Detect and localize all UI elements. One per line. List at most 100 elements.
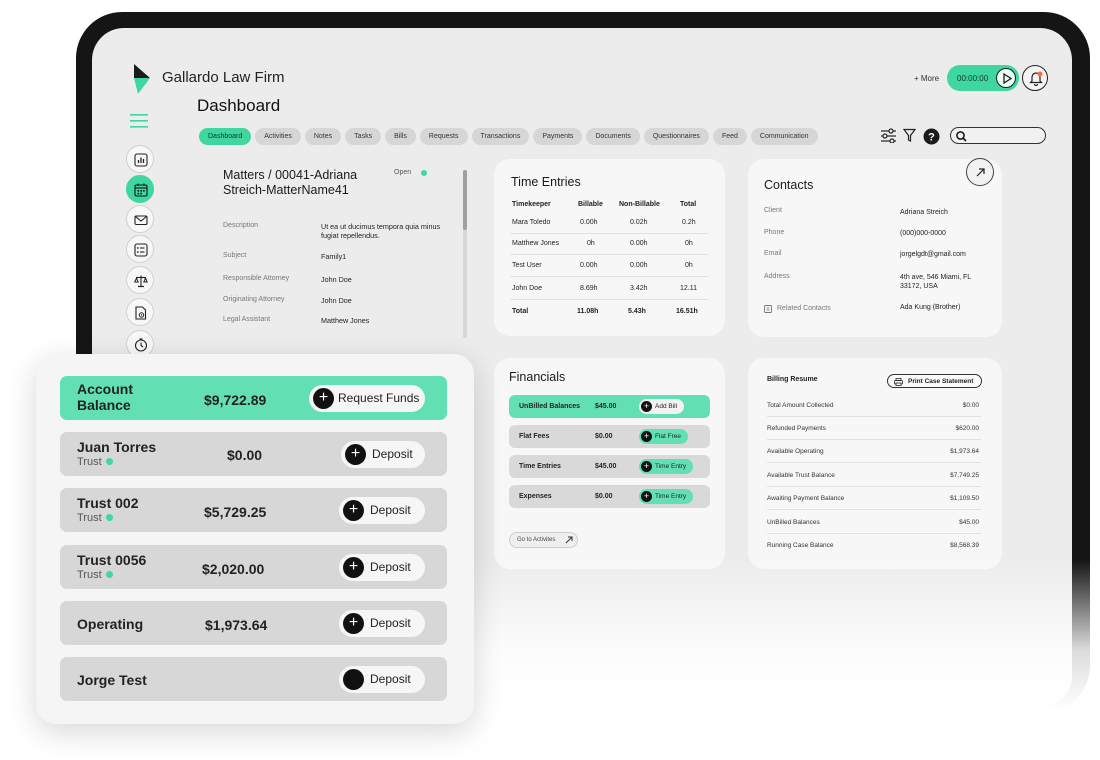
status-dot-icon xyxy=(105,571,113,578)
contact-value: 4th ave, 546 Miami, FL 33172, USA xyxy=(900,274,971,290)
play-icon xyxy=(1003,73,1012,84)
column-header: Total xyxy=(680,201,697,208)
button-label: Add Bill xyxy=(655,403,678,410)
financial-row: Flat Fees $0.00 + Flat Free xyxy=(509,425,710,448)
more-button[interactable]: + More xyxy=(914,74,939,83)
scrollbar-thumb[interactable] xyxy=(463,170,467,230)
billing-value: $620.00 xyxy=(955,425,980,432)
search-icon xyxy=(956,131,967,142)
billing-label: Available Trust Balance xyxy=(767,472,835,479)
tab-notes[interactable]: Notes xyxy=(304,128,342,145)
deposit-button[interactable]: Deposit xyxy=(339,666,425,693)
tab-requests[interactable]: Requests xyxy=(419,128,468,145)
account-type-label: Trust xyxy=(77,512,102,524)
add-bill-button[interactable]: + Add Bill xyxy=(639,399,685,414)
contact-label: Address xyxy=(764,273,790,280)
deposit-button[interactable]: + Deposit xyxy=(339,497,425,524)
help-icon[interactable]: ? xyxy=(923,128,940,145)
matter-label: Originating Attorney xyxy=(223,296,285,303)
contacts-title: Contacts xyxy=(764,178,814,192)
hamburger-menu-icon[interactable] xyxy=(130,114,148,128)
account-row: Juan Torres Trust $0.00 + Deposit xyxy=(60,432,447,476)
flat-fee-button[interactable]: + Flat Free xyxy=(639,429,689,444)
sidebar-item-reports[interactable] xyxy=(126,145,154,173)
row-divider xyxy=(510,233,708,234)
table-cell: 8.69h xyxy=(580,285,598,292)
time-entry-button[interactable]: + Time Entry xyxy=(639,459,694,474)
plus-icon: + xyxy=(345,444,366,465)
sidebar-item-checklist[interactable] xyxy=(126,235,154,263)
search-input[interactable] xyxy=(950,127,1046,144)
notifications-button[interactable] xyxy=(1022,65,1048,91)
timer-widget[interactable]: 00:00:00 xyxy=(947,65,1019,91)
tab-transactions[interactable]: Transactions xyxy=(471,128,530,145)
row-divider xyxy=(510,276,708,277)
request-funds-button[interactable]: + Request Funds xyxy=(309,385,425,412)
account-name: Juan Torres xyxy=(77,439,157,455)
sidebar-item-documents[interactable] xyxy=(126,298,154,326)
matter-value: John Doe xyxy=(321,296,352,305)
filter-icon[interactable] xyxy=(903,128,916,143)
row-divider xyxy=(767,533,981,534)
table-cell-total: Total xyxy=(512,308,529,315)
tab-bills[interactable]: Bills xyxy=(385,128,416,145)
tab-questionnaires[interactable]: Questionnaires xyxy=(643,128,709,145)
financial-label: Expenses xyxy=(519,493,552,500)
plus-icon: + xyxy=(641,431,652,442)
matter-label: Legal Assistant xyxy=(223,316,271,323)
financial-row: UnBilled Balances $45.00 + Add Bill xyxy=(509,395,710,418)
contact-label[interactable]: Related Contacts xyxy=(777,305,831,312)
timer-play-button[interactable] xyxy=(996,68,1016,88)
tab-tasks[interactable]: Tasks xyxy=(345,128,382,145)
billing-value: $8,568.39 xyxy=(950,542,979,549)
sidebar-item-legal[interactable] xyxy=(126,266,154,294)
tab-payments[interactable]: Payments xyxy=(533,128,583,145)
contacts-book-icon xyxy=(764,305,772,313)
financial-value: $0.00 xyxy=(595,493,613,500)
account-type-label: Trust xyxy=(77,569,102,581)
tab-communication[interactable]: Communication xyxy=(750,128,818,145)
account-row: Trust 0056 Trust $2,020.00 + Deposit xyxy=(60,545,447,589)
go-to-activities-button[interactable]: Go to Activites xyxy=(509,532,578,548)
tab-feed[interactable]: Feed xyxy=(712,128,747,145)
sidebar-item-mail[interactable] xyxy=(126,205,154,233)
billing-value: $1,109.50 xyxy=(950,495,979,502)
financial-value: $45.00 xyxy=(595,463,617,470)
contact-label: Email xyxy=(764,250,782,257)
printer-icon xyxy=(894,378,903,386)
plus-icon: + xyxy=(343,613,364,634)
print-case-statement-button[interactable]: Print Case Statement xyxy=(887,374,982,388)
account-amount: $5,729.25 xyxy=(204,504,267,520)
status-dot-icon xyxy=(421,170,427,176)
tab-activities[interactable]: Activities xyxy=(255,128,301,145)
checklist-icon xyxy=(134,243,148,257)
deposit-button[interactable]: + Deposit xyxy=(341,441,425,468)
billing-label: Refunded Payments xyxy=(767,425,826,432)
tab-dashboard[interactable]: Dashboard xyxy=(199,128,252,145)
firm-logo-icon xyxy=(134,64,150,94)
table-cell: 0h xyxy=(685,240,693,247)
page-title: Dashboard xyxy=(197,96,281,115)
loading-icon xyxy=(343,669,364,690)
contact-label: Phone xyxy=(764,229,785,236)
open-contacts-button[interactable] xyxy=(966,158,994,186)
tab-documents[interactable]: Documents xyxy=(586,128,640,145)
matter-status: Open xyxy=(394,169,412,176)
button-label: Deposit xyxy=(370,503,411,517)
table-cell: 0h xyxy=(587,240,595,247)
table-cell: Test User xyxy=(512,262,542,269)
financials-title: Financials xyxy=(509,370,566,384)
row-divider xyxy=(510,254,708,255)
table-cell: 0.00h xyxy=(630,262,648,269)
settings-sliders-icon[interactable] xyxy=(880,128,897,143)
button-label: Time Entry xyxy=(655,493,687,500)
column-header: Timekeeper xyxy=(512,201,551,208)
financial-value: $0.00 xyxy=(595,433,613,440)
expense-entry-button[interactable]: + Time Entry xyxy=(639,489,694,504)
deposit-button[interactable]: + Deposit xyxy=(339,554,425,581)
sidebar-item-calendar[interactable] xyxy=(126,175,154,203)
table-cell: John Doe xyxy=(512,285,542,292)
account-row: Operating $1,973.64 + Deposit xyxy=(60,601,447,645)
deposit-button[interactable]: + Deposit xyxy=(339,610,425,637)
contact-value[interactable]: jorgelgdt@gmail.com xyxy=(900,250,966,259)
